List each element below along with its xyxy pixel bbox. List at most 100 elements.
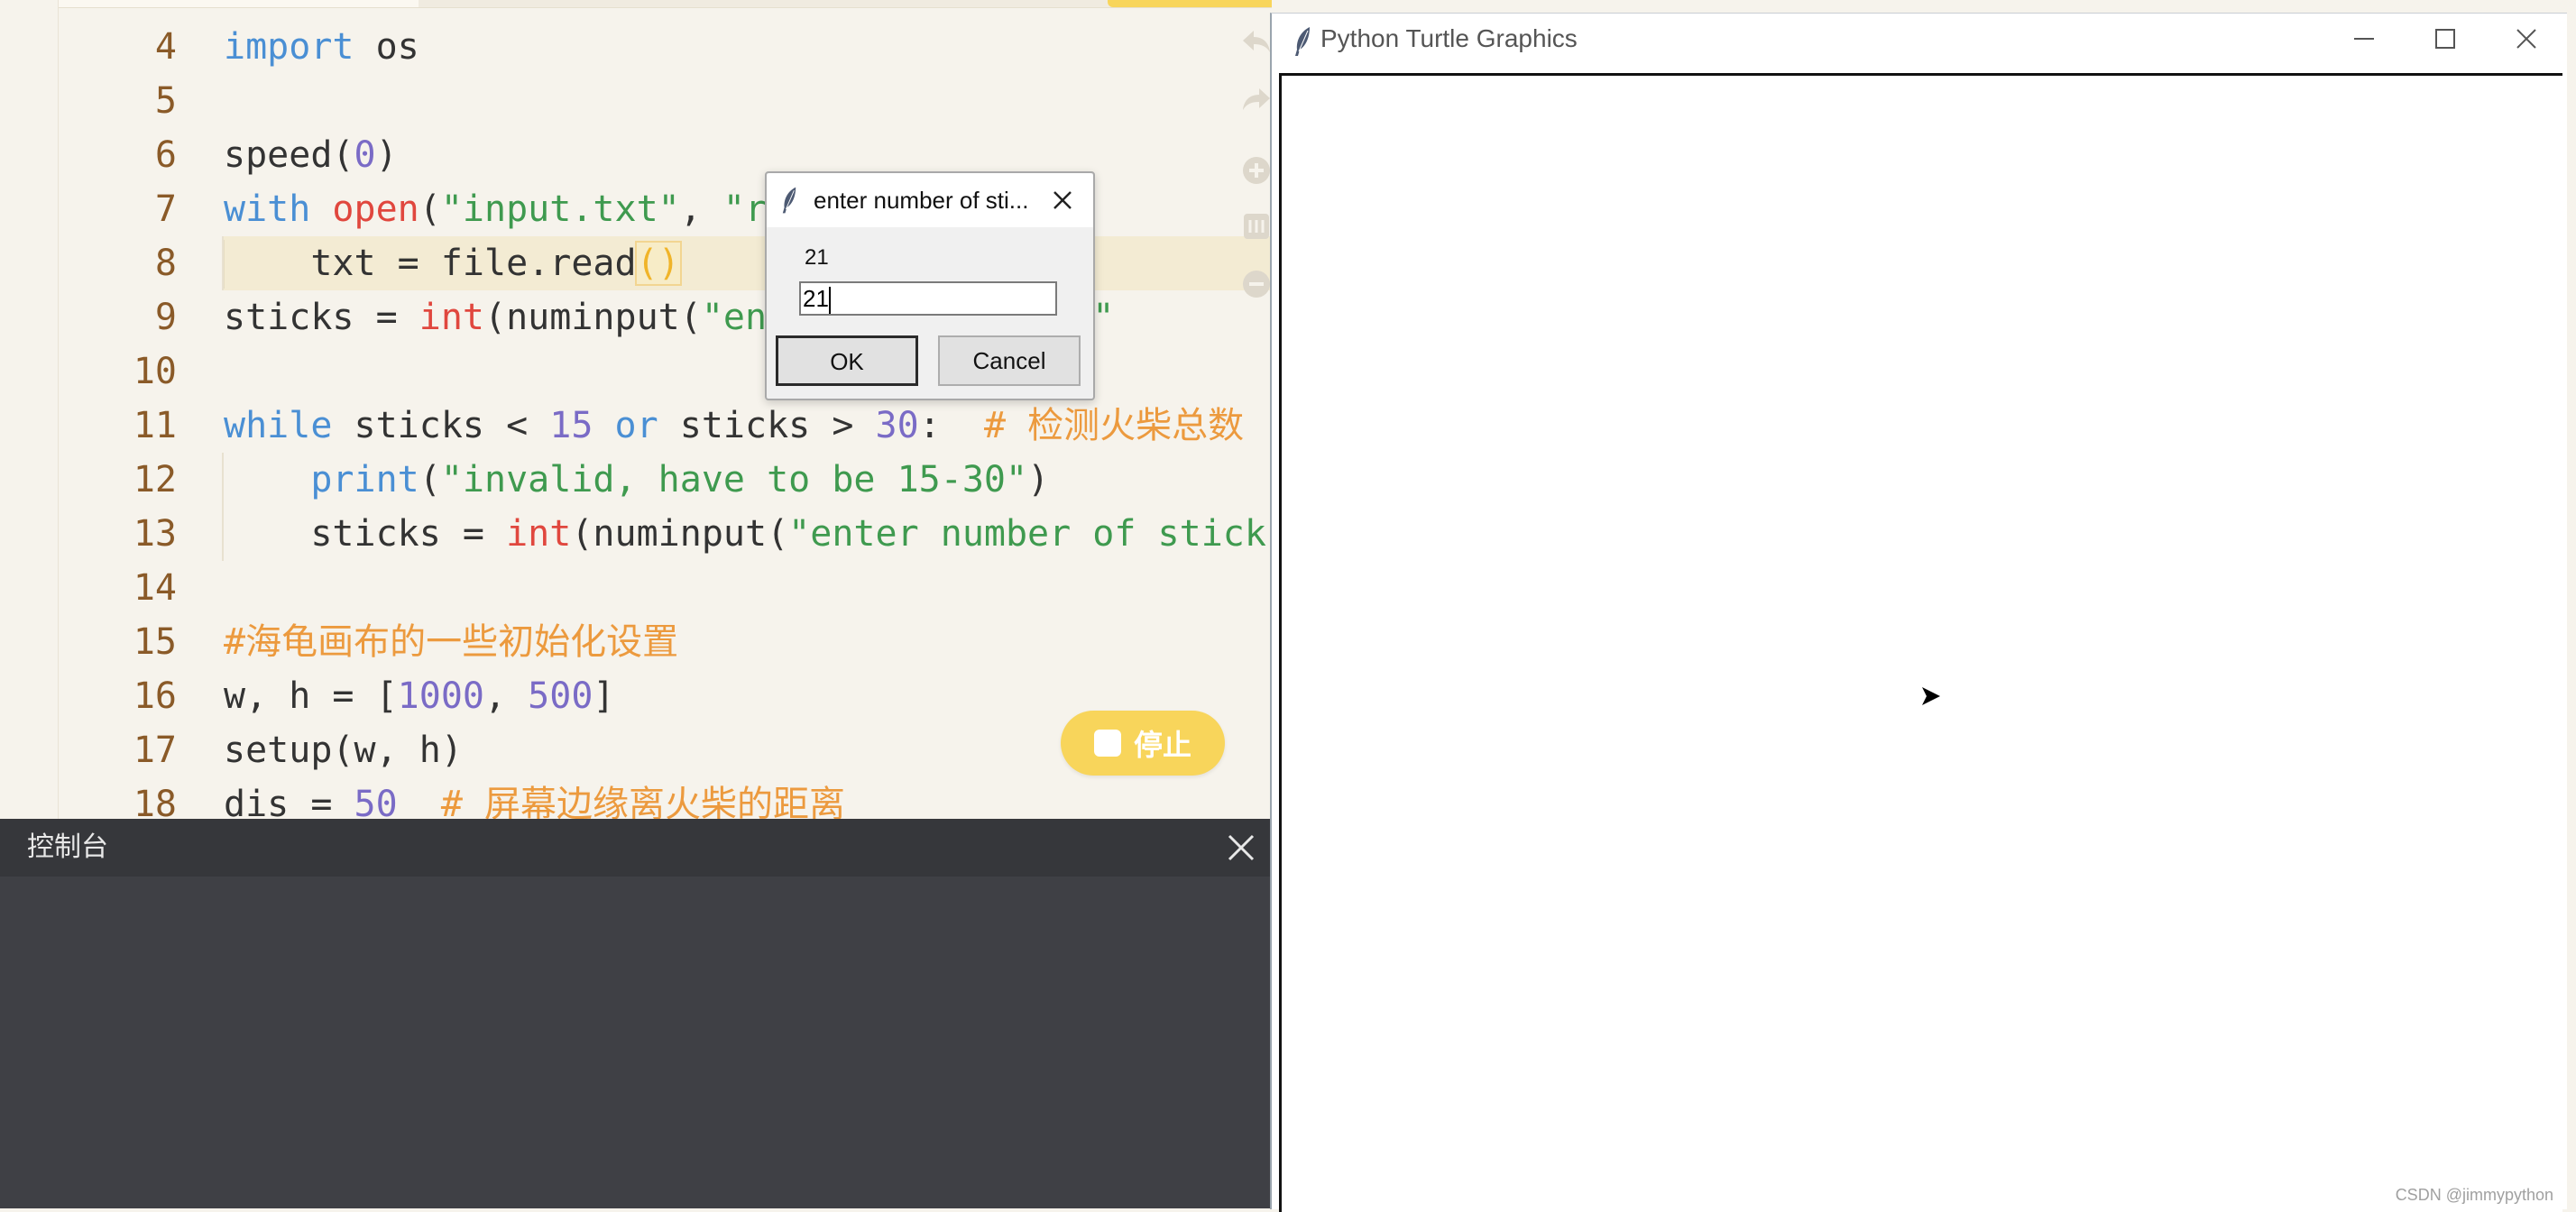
dialog-close-icon[interactable] [1048, 186, 1077, 215]
indent-icon[interactable] [1241, 211, 1272, 242]
turtle-window-title: Python Turtle Graphics [1320, 24, 1578, 52]
code-text: print("invalid, have to be 15-30") [224, 453, 1049, 507]
code-line[interactable]: 13 sticks = int(numinput("enter number o… [0, 507, 1272, 561]
editor-tab-strip [58, 0, 1272, 8]
cancel-button[interactable]: Cancel [938, 335, 1081, 386]
undo-icon[interactable] [1241, 25, 1272, 56]
code-token: () [634, 241, 682, 286]
console-header: 控制台 [0, 819, 1272, 877]
line-number: 14 [133, 567, 177, 609]
stop-button[interactable]: 停止 [1061, 711, 1225, 776]
code-token: int [419, 297, 484, 338]
code-token: txt = file.read [224, 243, 637, 284]
code-line[interactable]: 15 #海龟画布的一些初始化设置 [0, 615, 1272, 669]
code-token: (numinput( [571, 513, 789, 555]
code-token: , [679, 188, 723, 230]
line-number: 11 [133, 405, 177, 446]
code-line[interactable]: 14 [0, 561, 1272, 615]
line-number: 12 [133, 459, 177, 500]
code-token: : [918, 405, 984, 446]
code-token: 30 [875, 405, 919, 446]
line-number: 13 [133, 513, 177, 555]
code-token: sticks < [332, 405, 550, 446]
code-token: "input.txt" [440, 188, 680, 230]
code-token: # 检测火柴总数 [983, 405, 1245, 446]
maximize-icon[interactable] [2405, 14, 2486, 64]
line-number: 10 [133, 351, 177, 392]
line-number: 9 [154, 297, 177, 338]
editor-run-tab[interactable] [1108, 0, 1272, 7]
line-number: 4 [154, 26, 177, 68]
code-line[interactable]: 4 import os [0, 20, 1272, 74]
ok-button[interactable]: OK [776, 335, 918, 386]
console-output[interactable] [0, 877, 1272, 1208]
code-token: ) [375, 134, 398, 176]
code-token: int [506, 513, 572, 555]
code-token: dis = [224, 784, 354, 819]
line-number: 6 [154, 134, 177, 176]
turtle-canvas[interactable]: CSDN @jimmypython [1279, 73, 2562, 1212]
stop-icon [1093, 730, 1121, 757]
code-token: "en [701, 297, 768, 338]
text-caret [828, 287, 831, 315]
code-token: ( [419, 459, 441, 500]
code-token: 50 [354, 784, 398, 819]
watermark: CSDN @jimmypython [2395, 1186, 2553, 1204]
code-token: or [614, 405, 658, 446]
code-token: "enter number of stick [788, 513, 1266, 555]
code-token: #海龟画布的一些初始化设置 [224, 621, 679, 663]
code-text: txt = file.read() [224, 236, 682, 290]
code-text: dis = 50 # 屏幕边缘离火柴的距离 [224, 777, 845, 819]
line-number: 17 [133, 730, 177, 771]
numinput-dialog: enter number of sti... 21 21 OK Cancel [765, 171, 1095, 400]
code-text: setup(w, h) [224, 723, 463, 777]
code-text: w, h = [1000, 500] [224, 669, 615, 723]
code-token: print [310, 459, 419, 500]
code-text: #海龟画布的一些初始化设置 [224, 615, 678, 669]
code-token: open [332, 188, 419, 230]
code-token: setup(w, h) [224, 730, 463, 771]
code-line[interactable]: 18 dis = 50 # 屏幕边缘离火柴的距离 [0, 777, 1272, 819]
code-line[interactable]: 5 [0, 74, 1272, 128]
turtle-graphics-window: Python Turtle Graphics CSDN @jimmypython [1270, 13, 2567, 1212]
code-token: (numinput( [484, 297, 702, 338]
code-token: 0 [354, 134, 376, 176]
line-number: 8 [154, 243, 177, 284]
code-token: "invalid, have to be 15-30" [440, 459, 1028, 500]
minimize-icon[interactable] [2323, 14, 2405, 64]
zoom-out-icon[interactable] [1241, 269, 1272, 299]
code-line[interactable]: 12 print("invalid, have to be 15-30") [0, 453, 1272, 507]
number-input-field[interactable]: 21 [799, 281, 1057, 316]
close-icon[interactable] [2486, 14, 2567, 64]
editor-tab-active[interactable] [58, 0, 419, 7]
code-line[interactable]: 11 while sticks < 15 or sticks > 30: # 检测… [0, 399, 1272, 453]
dialog-title: enter number of sti... [814, 187, 1029, 214]
code-token: with [224, 188, 311, 230]
turtle-arrow-icon [1922, 687, 1940, 705]
stop-button-label: 停止 [1133, 728, 1191, 762]
dialog-titlebar[interactable]: enter number of sti... [767, 173, 1093, 227]
code-token: sticks > [658, 405, 876, 446]
feather-icon [1295, 27, 1310, 56]
line-number: 15 [133, 621, 177, 663]
code-token: # 屏幕边缘离火柴的距离 [440, 784, 846, 819]
code-token: ( [419, 188, 441, 230]
code-token: while [224, 405, 333, 446]
number-input-value: 21 [803, 285, 829, 312]
feather-icon [782, 187, 796, 214]
console-close-icon[interactable] [1225, 831, 1257, 864]
code-token: w, h = [ [224, 675, 398, 717]
code-editor[interactable]: 4 import os 5 6 speed(0) 7 with open("input.tx… [0, 0, 1272, 819]
code-token: os [354, 26, 419, 68]
code-text: sticks = int(numinput("enter number of s… [224, 507, 1266, 561]
redo-icon[interactable] [1241, 83, 1272, 114]
dialog-prompt: 21 [805, 245, 829, 270]
console-title: 控制台 [27, 831, 108, 863]
zoom-in-icon[interactable] [1241, 155, 1272, 186]
code-token: ) [1027, 459, 1050, 500]
code-text: import os [224, 20, 419, 74]
turtle-window-titlebar[interactable]: Python Turtle Graphics [1272, 14, 2567, 71]
